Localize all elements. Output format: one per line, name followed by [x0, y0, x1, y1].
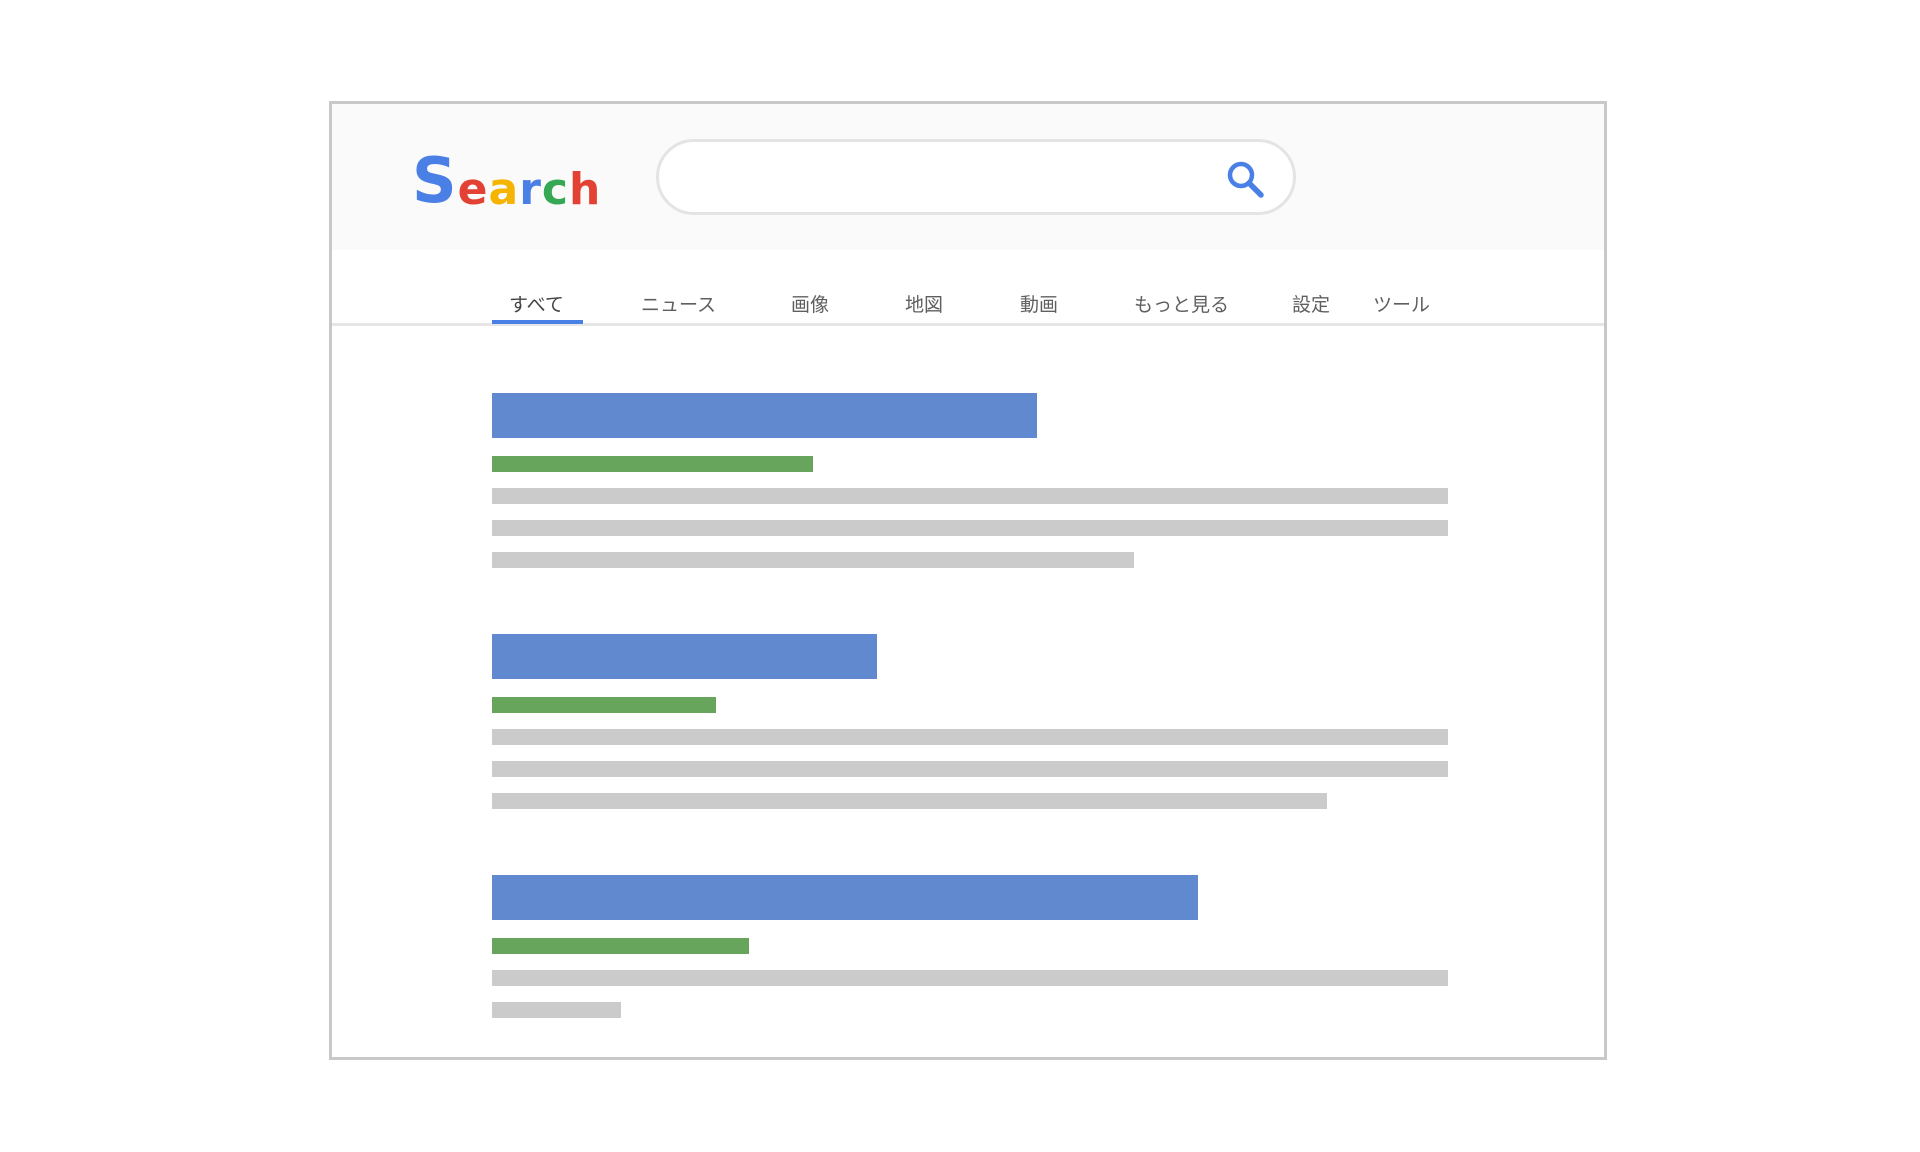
- browser-frame: S e a r c h すべて ニュース 画像 地図 動画 もっと見る 設定 ツ…: [329, 101, 1607, 1060]
- tab-tools[interactable]: ツール: [1373, 290, 1430, 317]
- result-snippet-line: [492, 552, 1134, 568]
- result-snippet-line: [492, 729, 1448, 745]
- result-snippet-line: [492, 1002, 621, 1018]
- result-url-placeholder: [492, 697, 716, 713]
- tab-videos[interactable]: 動画: [1020, 290, 1058, 317]
- result-title-placeholder[interactable]: [492, 875, 1198, 920]
- search-input[interactable]: [687, 156, 1191, 200]
- logo-letter-e: e: [457, 164, 489, 215]
- tab-maps[interactable]: 地図: [905, 290, 943, 317]
- tab-settings[interactable]: 設定: [1292, 290, 1330, 317]
- logo-letter-a: a: [488, 164, 520, 215]
- tab-images[interactable]: 画像: [791, 290, 829, 317]
- tab-more[interactable]: もっと見る: [1134, 290, 1229, 317]
- result-url-placeholder: [492, 456, 813, 472]
- tab-news[interactable]: ニュース: [641, 290, 716, 317]
- active-tab-indicator: [492, 320, 583, 324]
- search-box[interactable]: [656, 139, 1296, 215]
- search-header: S e a r c h: [332, 104, 1604, 250]
- result-snippet-line: [492, 793, 1327, 809]
- result-snippet-line: [492, 761, 1448, 777]
- logo-letter-r: r: [519, 164, 542, 215]
- search-logo[interactable]: S e a r c h: [412, 142, 601, 212]
- logo-letter-c: c: [541, 164, 569, 215]
- result-snippet-line: [492, 520, 1448, 536]
- search-icon[interactable]: [1225, 159, 1265, 199]
- logo-letter-s: S: [412, 144, 458, 217]
- result-snippet-line: [492, 488, 1448, 504]
- search-tabs: すべて ニュース 画像 地図 動画 もっと見る 設定 ツール: [332, 250, 1604, 326]
- result-title-placeholder[interactable]: [492, 634, 877, 679]
- tab-all[interactable]: すべて: [509, 290, 564, 317]
- result-title-placeholder[interactable]: [492, 393, 1037, 438]
- result-snippet-line: [492, 970, 1448, 986]
- result-url-placeholder: [492, 938, 749, 954]
- logo-letter-h: h: [569, 164, 602, 215]
